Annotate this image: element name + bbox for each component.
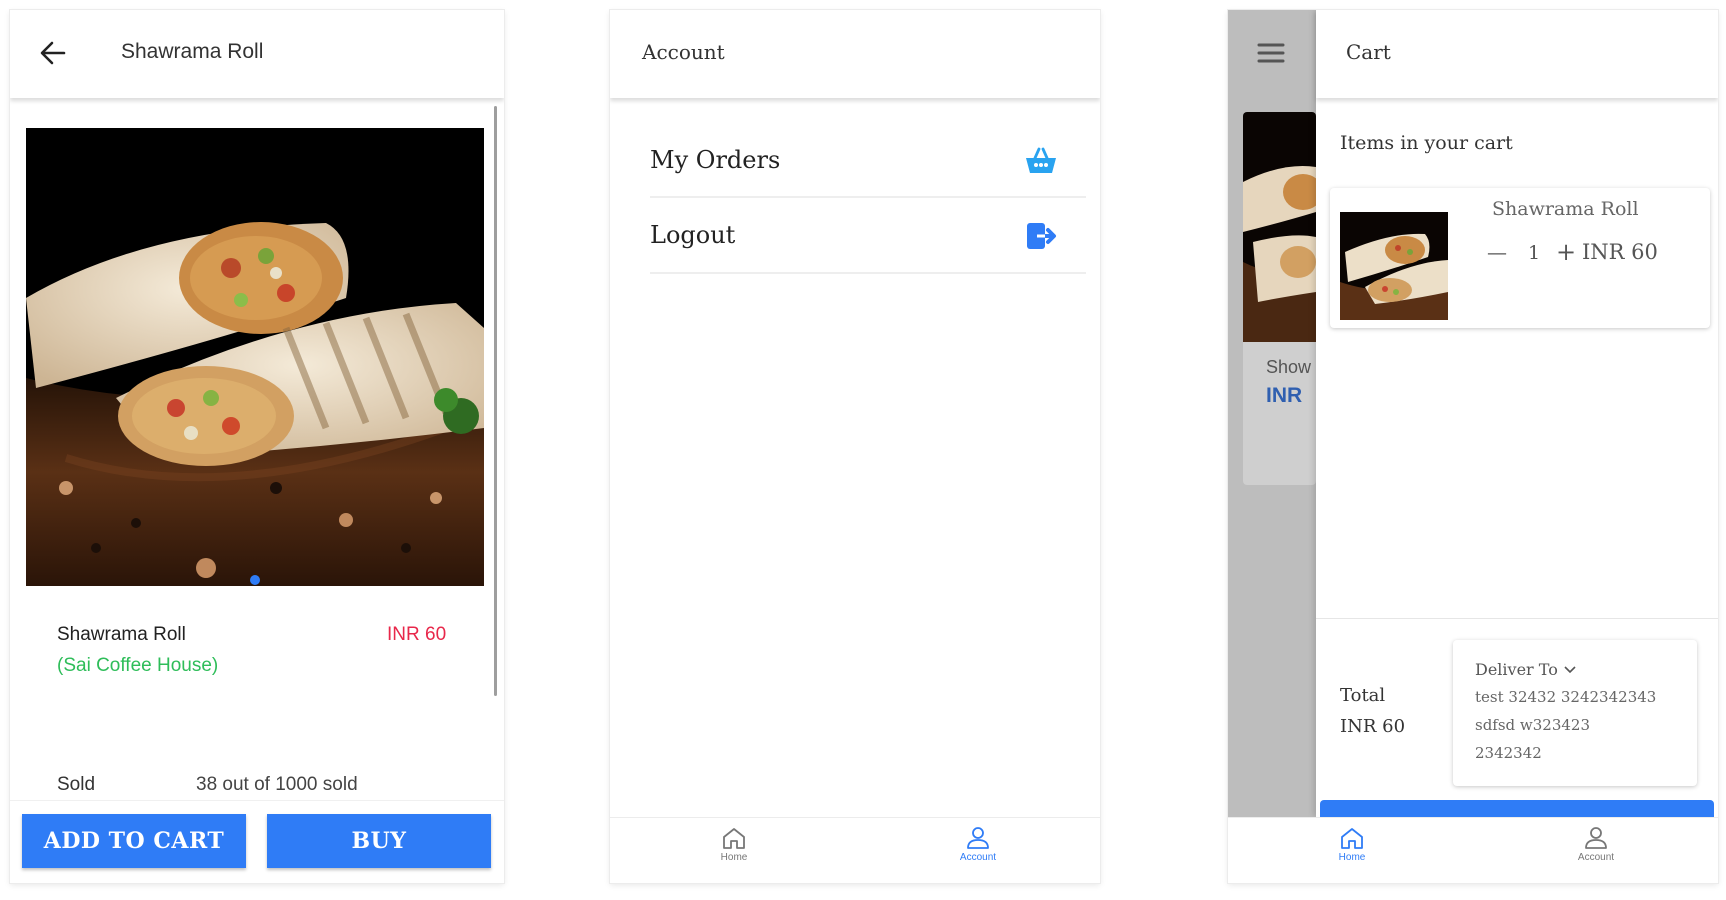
page-title: Shawrama Roll [121, 40, 264, 63]
nav-label: Home [720, 852, 748, 863]
carousel-dot[interactable] [250, 575, 260, 585]
menu-icon[interactable] [1256, 40, 1286, 66]
deliver-to-text: Deliver To [1475, 660, 1558, 679]
address-line: 2342342 [1475, 744, 1542, 762]
page-title: Cart [1346, 40, 1391, 64]
scrollbar[interactable] [494, 106, 497, 696]
total-label: Total [1340, 685, 1386, 706]
nav-label: Account [959, 852, 997, 863]
home-icon [1341, 828, 1363, 849]
cart-drawer: Cart Items in your cart Shawrama Roll — … [1316, 10, 1718, 817]
product-name: Shawrama Roll [57, 624, 186, 645]
buy-button[interactable]: BUY [267, 814, 491, 868]
quantity-value: 1 [1528, 242, 1541, 264]
shawarma-roll-photo [26, 128, 484, 586]
person-icon [1585, 827, 1607, 849]
address-line: sdfsd w323423 [1475, 716, 1591, 734]
nav-label: Account [1577, 852, 1615, 863]
menu-item-label: My Orders [650, 146, 781, 174]
product-app-bar: Shawrama Roll [10, 10, 504, 98]
bottom-navigation: Home Account [1228, 817, 1718, 883]
basket-icon [1024, 146, 1058, 176]
person-icon [967, 827, 989, 849]
cart-item-card[interactable]: Shawrama Roll — 1 + INR 60 [1330, 188, 1710, 328]
home-icon [723, 828, 745, 849]
nav-item-home[interactable]: Home [1312, 826, 1392, 863]
checkout-button[interactable] [1320, 800, 1714, 817]
increase-quantity-button[interactable]: + [1556, 238, 1576, 266]
product-price: INR 60 [387, 624, 447, 645]
total-value: INR 60 [1340, 716, 1406, 737]
page-title: Account [642, 40, 725, 64]
divider [650, 272, 1086, 274]
background-product-name: Show [1266, 357, 1312, 377]
menu-item-my-orders[interactable]: My Orders [650, 130, 1086, 196]
divider [650, 196, 1086, 198]
shop-name[interactable]: (Sai Coffee House) [57, 655, 218, 677]
product-image[interactable] [26, 128, 484, 586]
cart-heading: Items in your cart [1340, 132, 1513, 154]
cart-item-name: Shawrama Roll [1492, 198, 1639, 220]
menu-item-label: Logout [650, 221, 736, 249]
chevron-down-icon [1564, 665, 1576, 673]
decrease-quantity-button[interactable]: — [1487, 240, 1507, 264]
deliver-to-card[interactable]: Deliver To test 32432 3242342343 sdfsd w… [1453, 640, 1697, 786]
nav-item-account[interactable]: Account [938, 826, 1018, 863]
nav-item-home[interactable]: Home [694, 826, 774, 863]
logout-icon [1025, 220, 1057, 252]
cart-screen: Show INR Cart Items in your cart Shawram… [1228, 10, 1718, 883]
account-screen: Account My Orders Logout Home Account [610, 10, 1100, 883]
sold-value: 38 out of 1000 sold [196, 774, 358, 795]
background-product-card: Show INR [1243, 112, 1316, 485]
deliver-to-label: Deliver To [1475, 660, 1576, 679]
product-screen: Shawrama Roll Shawrama Roll INR 60 (Sai … [10, 10, 504, 883]
address-line: test 32432 3242342343 [1475, 688, 1657, 706]
nav-label: Home [1338, 852, 1366, 863]
account-app-bar: Account [610, 10, 1100, 98]
cart-item-image [1340, 212, 1448, 320]
cart-app-bar: Cart [1316, 10, 1718, 98]
divider [1316, 618, 1718, 619]
sold-label: Sold [57, 774, 96, 795]
nav-item-account[interactable]: Account [1556, 826, 1636, 863]
back-arrow-icon[interactable] [38, 38, 68, 68]
shawarma-roll-photo [1243, 112, 1316, 342]
background-product-price: INR [1266, 384, 1303, 407]
cart-item-price: INR 60 [1582, 240, 1658, 264]
bottom-navigation: Home Account [610, 817, 1100, 883]
add-to-cart-button[interactable]: ADD TO CART [22, 814, 246, 868]
menu-item-logout[interactable]: Logout [650, 204, 1086, 270]
